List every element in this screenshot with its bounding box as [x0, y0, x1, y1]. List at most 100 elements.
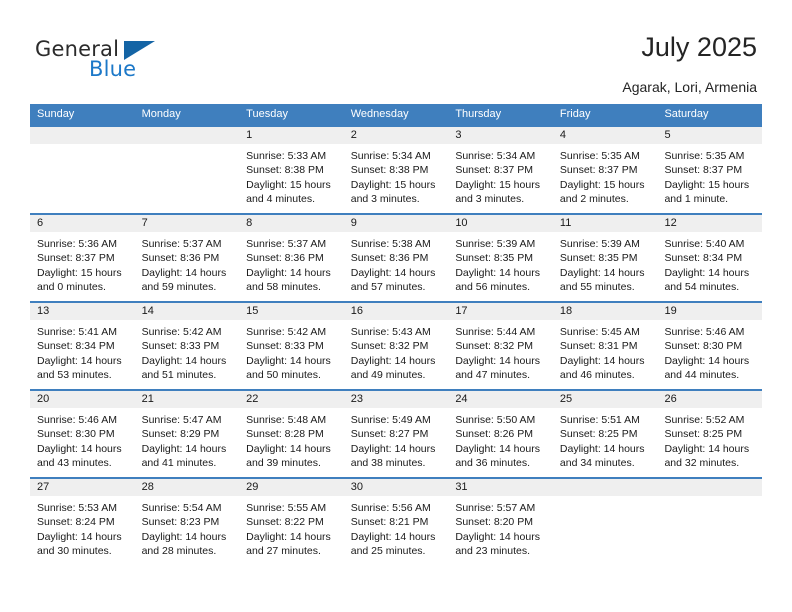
daylight-text: Daylight: 15 hours and 3 minutes.: [455, 178, 540, 206]
day-cell[interactable]: 14 Sunrise: 5:42 AM Sunset: 8:33 PM Dayligh…: [134, 303, 240, 389]
day-cell[interactable]: 5 Sunrise: 5:35 AM Sunset: 8:37 PM Daylight…: [657, 127, 763, 213]
day-number: 13: [30, 303, 135, 320]
day-cell[interactable]: 27 Sunrise: 5:53 AM Sunset: 8:24 PM Dayligh…: [30, 479, 135, 565]
day-cell[interactable]: 8 Sunrise: 5:37 AM Sunset: 8:36 PM Daylight…: [239, 215, 344, 301]
sunset-text: Sunset: 8:34 PM: [664, 252, 743, 265]
daylight-text: Daylight: 15 hours and 4 minutes.: [246, 178, 331, 206]
day-cell[interactable]: 20 Sunrise: 5:46 AM Sunset: 8:30 PM Dayligh…: [30, 391, 135, 477]
day-number: 21: [134, 391, 240, 408]
sunrise-text: Sunrise: 5:39 AM: [559, 238, 640, 250]
sunrise-text: Sunrise: 5:34 AM: [455, 150, 536, 162]
logo-text-blue: Blue: [89, 57, 137, 81]
sunset-text: Sunset: 8:31 PM: [559, 340, 638, 353]
daylight-text: Daylight: 14 hours and 55 minutes.: [559, 266, 645, 294]
day-number: 8: [239, 215, 344, 232]
day-cell[interactable]: 22 Sunrise: 5:48 AM Sunset: 8:28 PM Dayligh…: [239, 391, 344, 477]
daylight-text: Daylight: 14 hours and 39 minutes.: [246, 442, 331, 470]
day-number: [134, 127, 240, 144]
day-cell[interactable]: 19 Sunrise: 5:46 AM Sunset: 8:30 PM Dayligh…: [657, 303, 763, 389]
calendar-week-row: 13 Sunrise: 5:41 AM Sunset: 8:34 PM Dayligh…: [30, 301, 763, 389]
sunset-text: Sunset: 8:35 PM: [559, 252, 638, 265]
day-number: 4: [552, 127, 658, 144]
sunrise-text: Sunrise: 5:57 AM: [455, 502, 536, 514]
day-cell[interactable]: 4 Sunrise: 5:35 AM Sunset: 8:37 PM Daylight…: [552, 127, 658, 213]
sunset-text: Sunset: 8:33 PM: [246, 340, 324, 353]
weekday-header-wednesday: Wednesday: [350, 108, 409, 120]
sunset-text: Sunset: 8:21 PM: [350, 516, 429, 529]
page-header: General Blue July 2025 Agarak, Lori, Arm…: [0, 0, 792, 104]
day-number: 14: [134, 303, 240, 320]
day-cell[interactable]: 15 Sunrise: 5:42 AM Sunset: 8:33 PM Dayligh…: [239, 303, 344, 389]
day-cell[interactable]: 11 Sunrise: 5:39 AM Sunset: 8:35 PM Dayligh…: [552, 215, 658, 301]
daylight-text: Daylight: 14 hours and 57 minutes.: [350, 266, 436, 294]
day-cell[interactable]: 9 Sunrise: 5:38 AM Sunset: 8:36 PM Daylight…: [343, 215, 449, 301]
sunset-text: Sunset: 8:20 PM: [455, 516, 533, 529]
day-cell[interactable]: 26 Sunrise: 5:52 AM Sunset: 8:25 PM Dayligh…: [657, 391, 763, 477]
day-cell[interactable]: 1 Sunrise: 5:33 AM Sunset: 8:38 PM Daylight…: [239, 127, 344, 213]
day-cell[interactable]: 3 Sunrise: 5:34 AM Sunset: 8:37 PM Daylight…: [448, 127, 553, 213]
sunrise-text: Sunrise: 5:51 AM: [559, 414, 640, 426]
daylight-text: Daylight: 14 hours and 54 minutes.: [664, 266, 750, 294]
day-number: 7: [134, 215, 240, 232]
sunset-text: Sunset: 8:26 PM: [455, 428, 533, 441]
day-cell[interactable]: 16 Sunrise: 5:43 AM Sunset: 8:32 PM Dayligh…: [343, 303, 449, 389]
daylight-text: Daylight: 14 hours and 25 minutes.: [350, 530, 436, 558]
day-cell[interactable]: [30, 127, 135, 213]
day-number: 16: [343, 303, 449, 320]
sunrise-text: Sunrise: 5:41 AM: [37, 326, 117, 338]
calendar-table: Sunday Monday Tuesday Wednesday Thursday…: [30, 104, 763, 565]
day-cell[interactable]: [552, 479, 658, 565]
day-cell[interactable]: 17 Sunrise: 5:44 AM Sunset: 8:32 PM Dayligh…: [448, 303, 553, 389]
weekday-header-thursday: Thursday: [455, 108, 502, 120]
day-cell[interactable]: 29 Sunrise: 5:55 AM Sunset: 8:22 PM Dayligh…: [239, 479, 344, 565]
sunset-text: Sunset: 8:24 PM: [37, 516, 115, 529]
sunrise-text: Sunrise: 5:46 AM: [664, 326, 745, 338]
day-cell[interactable]: 13 Sunrise: 5:41 AM Sunset: 8:34 PM Dayligh…: [30, 303, 135, 389]
day-cell[interactable]: [134, 127, 240, 213]
sunset-text: Sunset: 8:35 PM: [455, 252, 533, 265]
day-cell[interactable]: 30 Sunrise: 5:56 AM Sunset: 8:21 PM Dayligh…: [343, 479, 449, 565]
sunset-text: Sunset: 8:38 PM: [350, 164, 429, 177]
day-cell[interactable]: 28 Sunrise: 5:54 AM Sunset: 8:23 PM Dayligh…: [134, 479, 240, 565]
daylight-text: Daylight: 15 hours and 2 minutes.: [559, 178, 645, 206]
general-blue-logo[interactable]: General Blue: [35, 37, 235, 83]
sunset-text: Sunset: 8:25 PM: [559, 428, 638, 441]
daylight-text: Daylight: 14 hours and 47 minutes.: [455, 354, 540, 382]
day-cell[interactable]: 31 Sunrise: 5:57 AM Sunset: 8:20 PM Dayligh…: [448, 479, 553, 565]
day-number: 1: [239, 127, 344, 144]
daylight-text: Daylight: 14 hours and 43 minutes.: [37, 442, 122, 470]
calendar-week-row: 6 Sunrise: 5:36 AM Sunset: 8:37 PM Daylight…: [30, 213, 763, 301]
day-number: 19: [657, 303, 763, 320]
day-cell[interactable]: 24 Sunrise: 5:50 AM Sunset: 8:26 PM Dayligh…: [448, 391, 553, 477]
day-number: 29: [239, 479, 344, 496]
daylight-text: Daylight: 14 hours and 58 minutes.: [246, 266, 331, 294]
sunset-text: Sunset: 8:36 PM: [141, 252, 220, 265]
calendar-page: General Blue July 2025 Agarak, Lori, Arm…: [0, 0, 792, 612]
sunrise-text: Sunrise: 5:43 AM: [350, 326, 431, 338]
day-cell[interactable]: [657, 479, 763, 565]
day-cell[interactable]: 23 Sunrise: 5:49 AM Sunset: 8:27 PM Dayligh…: [343, 391, 449, 477]
day-cell[interactable]: 10 Sunrise: 5:39 AM Sunset: 8:35 PM Dayligh…: [448, 215, 553, 301]
day-number: 17: [448, 303, 553, 320]
sunset-text: Sunset: 8:28 PM: [246, 428, 324, 441]
calendar-week-row: 20 Sunrise: 5:46 AM Sunset: 8:30 PM Dayligh…: [30, 389, 763, 477]
sunrise-text: Sunrise: 5:42 AM: [141, 326, 222, 338]
daylight-text: Daylight: 14 hours and 38 minutes.: [350, 442, 436, 470]
daylight-text: Daylight: 15 hours and 3 minutes.: [350, 178, 436, 206]
day-cell[interactable]: 6 Sunrise: 5:36 AM Sunset: 8:37 PM Daylight…: [30, 215, 135, 301]
day-cell[interactable]: 18 Sunrise: 5:45 AM Sunset: 8:31 PM Dayligh…: [552, 303, 658, 389]
sunset-text: Sunset: 8:37 PM: [37, 252, 115, 265]
sunset-text: Sunset: 8:37 PM: [455, 164, 533, 177]
day-cell[interactable]: 2 Sunrise: 5:34 AM Sunset: 8:38 PM Daylight…: [343, 127, 449, 213]
day-cell[interactable]: 21 Sunrise: 5:47 AM Sunset: 8:29 PM Dayligh…: [134, 391, 240, 477]
day-cell[interactable]: 25 Sunrise: 5:51 AM Sunset: 8:25 PM Dayligh…: [552, 391, 658, 477]
sunrise-text: Sunrise: 5:35 AM: [559, 150, 640, 162]
day-number: 20: [30, 391, 135, 408]
day-cell[interactable]: 7 Sunrise: 5:37 AM Sunset: 8:36 PM Daylight…: [134, 215, 240, 301]
day-cell[interactable]: 12 Sunrise: 5:40 AM Sunset: 8:34 PM Dayligh…: [657, 215, 763, 301]
sunrise-text: Sunrise: 5:55 AM: [246, 502, 327, 514]
daylight-text: Daylight: 14 hours and 36 minutes.: [455, 442, 540, 470]
sunrise-text: Sunrise: 5:33 AM: [246, 150, 327, 162]
sunset-text: Sunset: 8:36 PM: [350, 252, 429, 265]
daylight-text: Daylight: 14 hours and 50 minutes.: [246, 354, 331, 382]
